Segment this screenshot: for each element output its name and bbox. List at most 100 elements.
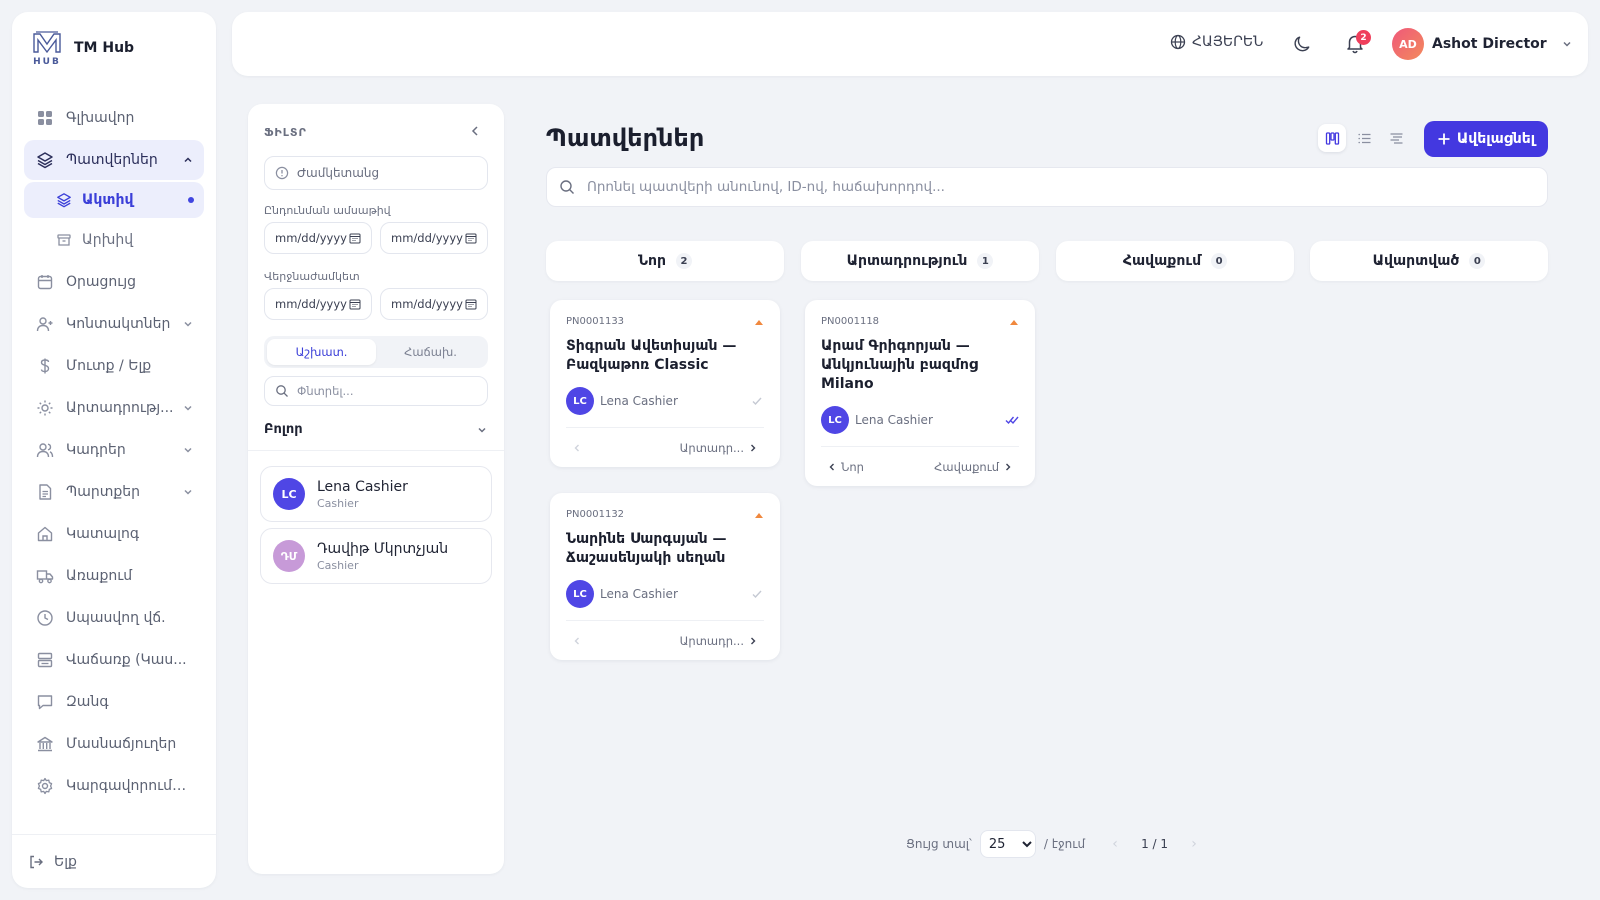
person-item[interactable]: ԴՄ Դավիթ Մկրտչյան Cashier [260,528,492,584]
chevron-down-icon [184,489,192,495]
sidebar-item-label: Մասնաճյուղեր [66,736,177,752]
timeline-view-button[interactable] [1382,124,1410,152]
date-placeholder: mm/dd/yyyy [391,297,463,311]
move-next-button[interactable]: Հավաքում [934,460,1013,474]
double-check-icon [1005,416,1019,425]
date-placeholder: mm/dd/yyyy [391,231,463,245]
brand[interactable]: HUB TM Hub [30,30,134,66]
column-header-new: Նոր 2 [546,241,784,281]
deadline-date-to[interactable]: mm/dd/yyyy [380,288,488,320]
chevron-down-icon [184,447,192,453]
alert-circle-icon [275,166,289,180]
sidebar-item-cashflow[interactable]: Մուտք / Ելք [24,346,204,386]
document-icon [39,484,52,500]
next-page-button[interactable]: › [1182,832,1206,856]
sidebar-item-calendar[interactable]: Օրացույց [24,262,204,302]
user-menu[interactable]: AD Ashot Director [1392,28,1573,60]
sidebar-item-pending-payments[interactable]: Սպասվող վճ. [24,598,204,638]
chevron-left-icon[interactable] [468,124,482,138]
sidebar-item-sales[interactable]: Վաճառք (Կաս... [24,640,204,680]
topbar: ՀԱՅԵՐԵՆ 2 AD Ashot Director [232,12,1588,76]
column-header-completed: Ավարտված 0 [1310,241,1548,281]
sidebar: HUB TM Hub Գլխավոր Պատվերներ Ակտիվ Արխիվ… [12,12,216,888]
column-title: Հավաքում [1122,253,1202,269]
received-date-from[interactable]: mm/dd/yyyy [264,222,372,254]
next-stage-label: Արտադր... [679,633,744,648]
order-card[interactable]: PN0001132 Նարինե Սարգսյան — Ճաշասենյակի … [550,493,780,660]
people-search-input[interactable]: Փնտրել... [264,376,488,406]
page-size-select[interactable]: 10 25 50 100 [979,830,1036,858]
active-indicator-dot [188,197,194,203]
brand-name: TM Hub [74,40,135,56]
sidebar-item-debts[interactable]: Պարտքեր [24,472,204,512]
home-icon [37,526,53,542]
sidebar-item-label: Կատալոգ [66,526,140,542]
sidebar-subitem-label: Արխիվ [82,232,134,248]
avatar: LC [273,478,305,510]
sidebar-item-staff[interactable]: Կադրեր [24,430,204,470]
avatar: LC [566,580,594,608]
user-plus-icon [36,317,53,332]
chevron-right-icon [1006,463,1011,470]
received-date-to[interactable]: mm/dd/yyyy [380,222,488,254]
orders-search-input[interactable] [587,179,1547,195]
plus-icon [1438,133,1450,145]
sidebar-item-catalog[interactable]: Կատալոգ [24,514,204,554]
sidebar-item-calls[interactable]: Զանգ [24,682,204,722]
sidebar-item-label: Կադրեր [66,442,126,458]
sidebar-item-label: Վաճառք (Կաս... [66,652,187,668]
sidebar-subitem-archive[interactable]: Արխիվ [24,222,204,258]
overdue-filter[interactable]: Ժամկետանց [264,156,488,190]
sidebar-item-label: Արտադրությ... [66,400,174,416]
sidebar-item-orders[interactable]: Պատվերներ [24,140,204,180]
grid-icon [38,111,52,125]
notification-badge: 2 [1356,30,1371,45]
search-icon [560,180,574,194]
tm-hub-logo: HUB [33,31,61,66]
order-id: PN0001133 [566,316,625,327]
column-count: 1 [977,253,994,269]
column-title: Արտադրություն [846,253,968,269]
all-people-dropdown[interactable]: Բոլոր [264,422,488,437]
sidebar-item-settings[interactable]: Կարգավորումն... [24,766,204,806]
chevron-left-icon [574,444,579,451]
sidebar-item-label: Զանգ [66,694,109,710]
sidebar-item-label: Օրացույց [66,274,137,290]
segment-clients[interactable]: Հաճախ. [376,339,485,365]
assignee-name: Lena Cashier [855,413,933,427]
avatar: LC [821,406,849,434]
kanban-view-button[interactable] [1318,124,1346,152]
sidebar-nav: Գլխավոր Պատվերներ Ակտիվ Արխիվ Օրացույց Կ… [24,98,204,808]
timeline-icon [1390,132,1402,144]
list-view-button[interactable] [1350,124,1378,152]
move-next-button[interactable]: Արտադր... [680,634,758,648]
sidebar-item-label: Պատվերներ [66,152,158,168]
moon-icon[interactable] [1292,34,1312,54]
filter-title: ՖԻԼՏՐ [264,126,307,139]
sidebar-subitem-active[interactable]: Ակտիվ [24,182,204,218]
column-title: Ավարտված [1372,253,1460,269]
search-icon [276,385,288,397]
move-prev-button[interactable]: Նոր [827,460,864,474]
segment-employees[interactable]: Աշխատ. [267,339,376,365]
add-order-button[interactable]: Ավելացնել [1424,121,1548,157]
sidebar-item-branches[interactable]: Մասնաճյուղեր [24,724,204,764]
prev-page-button[interactable]: ‹ [1103,832,1127,856]
language-selector[interactable]: ՀԱՅԵՐԵՆ [1170,34,1263,50]
order-card[interactable]: PN0001133 Տիգրան Ավետիսյան — Բազկաթոռ Cl… [550,300,780,467]
assignee-name: Lena Cashier [600,587,678,601]
sidebar-item-production[interactable]: Արտադրությ... [24,388,204,428]
bank-icon [37,736,53,752]
sidebar-item-delivery[interactable]: Առաքում [24,556,204,596]
sidebar-item-contacts[interactable]: Կոնտակտներ [24,304,204,344]
order-card[interactable]: PN0001118 Արամ Գրիգորյան — Անկյունային բ… [805,300,1035,486]
calendar-icon [349,233,361,244]
person-item[interactable]: LC Lena Cashier Cashier [260,466,492,522]
sidebar-item-home[interactable]: Գլխավոր [24,98,204,138]
deadline-date-from[interactable]: mm/dd/yyyy [264,288,372,320]
move-prev-button [572,443,582,453]
next-stage-label: Արտադր... [679,440,744,455]
logout-button[interactable]: Ելք [12,834,216,888]
move-next-button[interactable]: Արտադր... [680,441,758,455]
kanban-icon [1325,131,1339,145]
